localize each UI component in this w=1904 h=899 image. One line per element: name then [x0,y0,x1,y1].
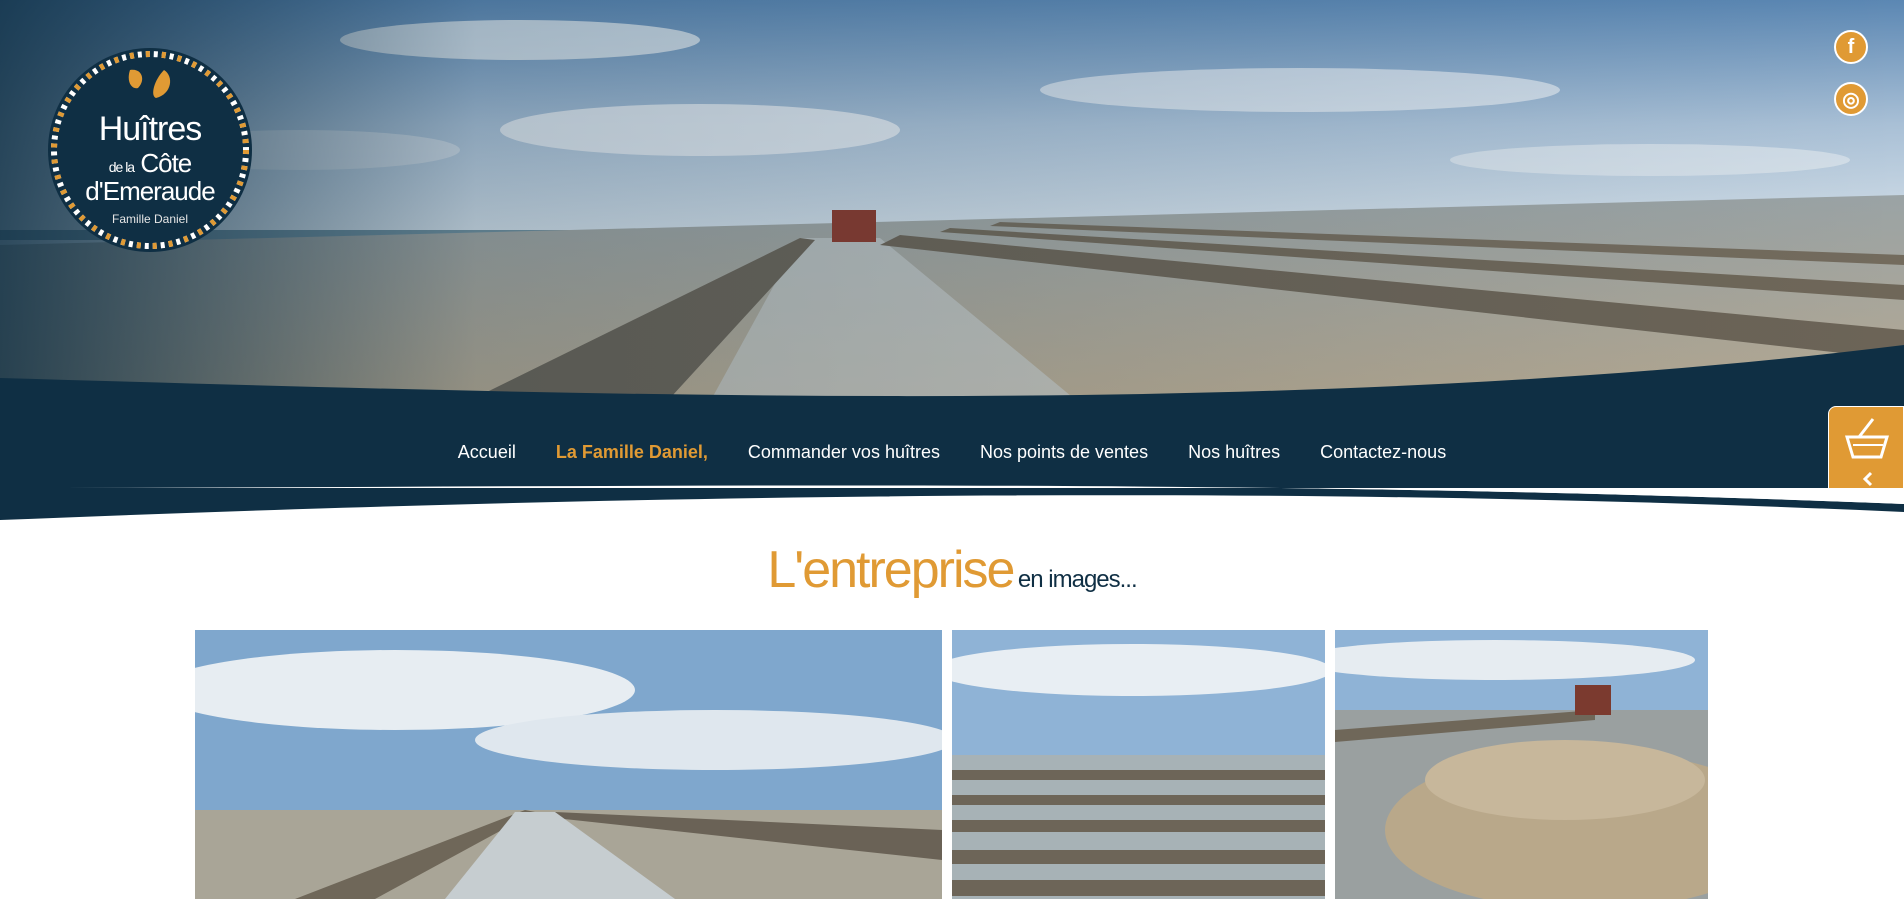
brand-line-2-small: de la [108,159,135,175]
brand-line-2-main: Côte [140,148,192,178]
nav-item-famille-daniel[interactable]: La Famille Daniel, [556,442,708,463]
brand-line-3: d'Emeraude [85,176,215,206]
instagram-icon[interactable]: ◎ [1834,82,1868,116]
nav-item-contact[interactable]: Contactez-nous [1320,442,1446,463]
oyster-drops-icon [128,69,171,98]
hero-banner: Huîtres de la Côte d'Emeraude Famille Da… [0,0,1904,420]
nav-wave-divider [0,485,1904,520]
nav-item-accueil[interactable]: Accueil [458,442,516,463]
brand-line-4: Famille Daniel [111,212,189,226]
section-title-small: en images... [1017,566,1138,593]
gallery-image [195,630,942,899]
gallery-image [952,630,1325,899]
facebook-icon[interactable]: f [1834,30,1868,64]
main-nav: Accueil La Famille Daniel, Commander vos… [0,416,1904,488]
nav-item-commander[interactable]: Commander vos huîtres [748,442,940,463]
brand-line-2: de la Côte [48,148,252,179]
gallery-photo-1[interactable] [195,630,942,899]
gallery-photo-2[interactable] [952,630,1325,899]
nav-item-points-de-ventes[interactable]: Nos points de ventes [980,442,1148,463]
gallery-image [1335,630,1708,899]
brand-line-1: Huîtres [98,110,203,148]
gallery-photo-3[interactable] [1335,630,1708,899]
hero-photo [0,0,1904,420]
nav-item-nos-huitres[interactable]: Nos huîtres [1188,442,1280,463]
section-title-big: L'entreprise [767,541,1015,599]
nav-list: Accueil La Famille Daniel, Commander vos… [0,416,1904,463]
section-heading: L'entreprise en images... [0,540,1904,600]
brand-logo[interactable]: Huîtres de la Côte d'Emeraude Famille Da… [48,48,252,252]
